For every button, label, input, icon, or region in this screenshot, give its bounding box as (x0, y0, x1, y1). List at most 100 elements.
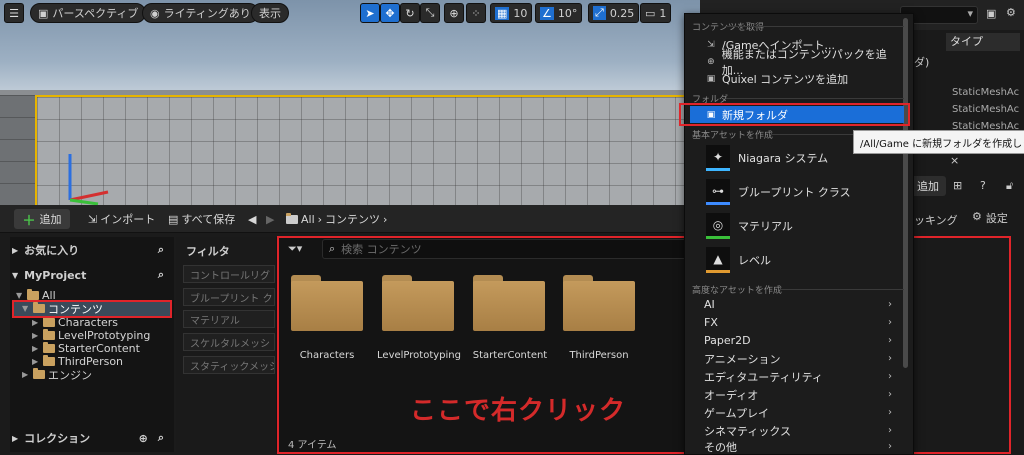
submenu-editor-utility[interactable]: エディタユーティリティ › (690, 368, 900, 385)
submenu-audio[interactable]: オーディオ › (690, 386, 900, 403)
tree-item-startercontent[interactable]: ▶ StarterContent (32, 342, 140, 355)
filter-item[interactable]: スタティックメッシ (183, 356, 275, 374)
filter-header: フィルタ (186, 245, 230, 258)
favorites-header[interactable]: ▶ お気に入り ⌕ (12, 239, 172, 261)
rotate-tool-icon[interactable]: ↻ (400, 3, 420, 23)
angle-value: 10° (557, 6, 578, 20)
highlight-new-folder (679, 103, 910, 126)
collections-header[interactable]: ▶ コレクション ⊕ ⌕ (12, 427, 172, 449)
close-icon[interactable]: × (950, 154, 959, 167)
submenu-ai[interactable]: AI › (690, 296, 900, 313)
camera-speed-button[interactable]: ▭ 1 (640, 3, 672, 23)
add-collection-icon[interactable]: ⊕ (139, 432, 148, 445)
search-icon[interactable]: ⌕ (158, 268, 164, 282)
submenu-fx[interactable]: FX › (690, 314, 900, 331)
breadcrumb-content[interactable]: コンテンツ (325, 211, 380, 227)
folder-icon (43, 342, 55, 353)
angle-snap-button[interactable]: ∠ 10° (535, 3, 583, 23)
submenu-label: Paper2D (704, 334, 751, 347)
menu-item-label: ブループリント クラス (738, 186, 851, 199)
outliner-row-type: StaticMeshAc (952, 104, 1020, 115)
blueprint-icon[interactable]: ⊞ (953, 179, 962, 192)
camera-value: 1 (659, 6, 667, 20)
settings-button[interactable]: ⚙ 設定 (972, 210, 1008, 226)
tooltip: /All/Game に新規フォルダを作成します (853, 130, 1024, 154)
grid-value: 10 (513, 6, 528, 20)
history-forward-icon[interactable]: ▶ (266, 210, 274, 228)
search-icon[interactable]: ⌕ (158, 431, 164, 445)
save-all-button[interactable]: ▤ すべて保存 (168, 210, 235, 228)
perspective-button[interactable]: ▣ パースペクティブ (30, 3, 147, 23)
tree-item-levelprototyping[interactable]: ▶ LevelPrototyping (32, 329, 150, 342)
quixel-icon: ▣ (706, 73, 716, 84)
submenu-paper2d[interactable]: Paper2D › (690, 332, 900, 349)
save-all-label: すべて保存 (181, 213, 236, 226)
lighting-button[interactable]: ◉ ライティングあり (142, 3, 259, 23)
expand-icon: ▼ (12, 270, 19, 280)
folder-plus-icon[interactable]: ▣ (986, 7, 996, 20)
submenu-animation[interactable]: アニメーション › (690, 350, 900, 367)
angle-icon: ∠ (540, 6, 554, 20)
project-header[interactable]: ▼ MyProject ⌕ (12, 264, 172, 286)
breadcrumb[interactable]: All › コンテンツ › (286, 210, 387, 228)
lighting-icon: ◉ (150, 6, 160, 20)
submenu-misc[interactable]: その他 › (690, 438, 900, 455)
history-back-icon[interactable]: ◀ (248, 210, 256, 228)
folder-icon (27, 289, 39, 300)
submenu-gameplay[interactable]: ゲームプレイ › (690, 404, 900, 421)
menu-item-add-quixel[interactable]: ▣ Quixel コンテンツを追加 (690, 70, 904, 87)
submenu-label: その他 (704, 440, 737, 454)
import-button[interactable]: ⇲ インポート (88, 210, 155, 228)
select-tool-icon[interactable]: ➤ (360, 3, 380, 23)
add-component-button[interactable]: 追加 (910, 176, 946, 196)
scale-tool-icon[interactable]: ⤡ (420, 3, 440, 23)
breadcrumb-all[interactable]: All (301, 213, 315, 226)
folder-icon (33, 368, 45, 379)
add-component-label: 追加 (917, 180, 939, 193)
move-tool-icon[interactable]: ✥ (380, 3, 400, 23)
help-icon[interactable]: ? (980, 179, 986, 192)
tree-item-label: StarterContent (58, 342, 140, 355)
filter-item[interactable]: コントロールリグ (183, 265, 275, 283)
menu-item-blueprint-class[interactable]: ⊶ ブループリント クラス (706, 177, 906, 207)
collapse-icon: ▶ (32, 344, 39, 353)
surface-snap-icon[interactable]: ⁘ (466, 3, 486, 23)
filter-item[interactable]: ブループリント ク (183, 288, 275, 306)
chevron-right-icon: › (888, 353, 892, 364)
submenu-cinematics[interactable]: シネマティックス › (690, 422, 900, 439)
chevron-right-icon: › (383, 212, 388, 226)
menu-item-label: Niagara システム (738, 152, 829, 165)
submenu-label: シネマティックス (704, 424, 792, 438)
menu-item-level[interactable]: ▲ レベル (706, 245, 906, 275)
search-icon[interactable]: ⌕ (158, 243, 164, 257)
section-header: 高度なアセットを作成 (692, 286, 782, 296)
tree-item-engine[interactable]: ▶ エンジン (22, 368, 92, 382)
chevron-right-icon: › (888, 389, 892, 400)
filter-item[interactable]: スケルタルメッシ (183, 333, 275, 351)
add-label: 追加 (39, 213, 62, 226)
docking-label[interactable]: ッキング (914, 212, 958, 228)
menu-item-label: Quixel コンテンツを追加 (722, 72, 849, 86)
grid-snap-button[interactable]: ▦ 10 (490, 3, 533, 23)
type-header[interactable]: タイプ (946, 33, 1020, 51)
add-button[interactable]: ＋ 追加 (14, 209, 70, 229)
chevron-right-icon: › (888, 371, 892, 382)
folder-icon (43, 355, 55, 366)
lock-icon[interactable]: 🔓︎ (1006, 179, 1013, 193)
transform-gizmo[interactable] (60, 148, 120, 205)
collapse-icon: ▶ (32, 331, 39, 340)
level-viewport[interactable] (0, 0, 700, 205)
show-button[interactable]: 表示 (251, 3, 289, 23)
scale-snap-button[interactable]: ⤢ 0.25 (588, 3, 640, 23)
scale-snap-icon: ⤢ (593, 6, 606, 20)
menu-item-add-feature-pack[interactable]: ⊕ 機能またはコンテンツパックを追加... (690, 48, 904, 77)
chevron-right-icon: › (888, 317, 892, 328)
chevron-right-icon: › (888, 299, 892, 310)
filter-item[interactable]: マテリアル (183, 310, 275, 328)
viewport-menu-button[interactable]: ☰ (4, 3, 24, 23)
menu-item-material[interactable]: ◎ マテリアル (706, 211, 906, 241)
gear-icon[interactable]: ⚙ (1006, 6, 1016, 19)
save-icon: ▤ (168, 212, 179, 226)
world-space-icon[interactable]: ⊕ (444, 3, 464, 23)
chevron-right-icon: › (888, 335, 892, 346)
